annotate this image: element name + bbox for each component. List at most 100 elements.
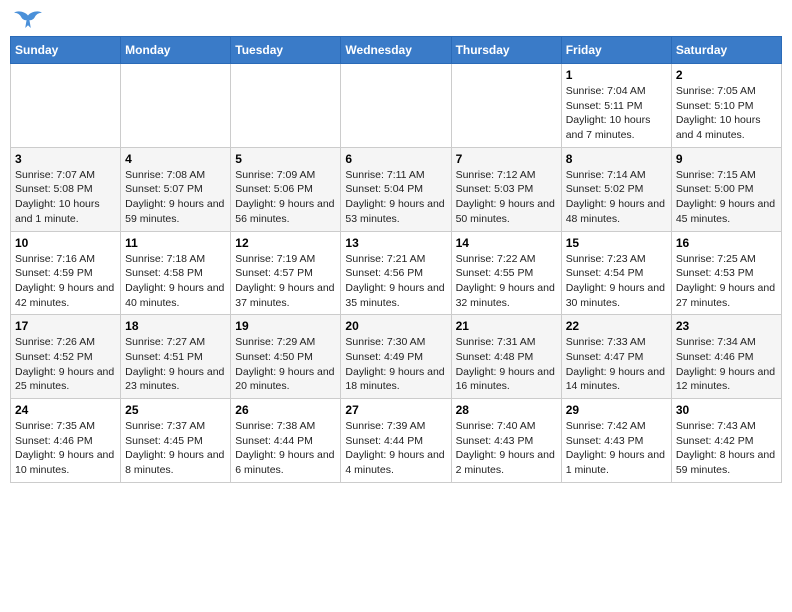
calendar-week-row: 24 Sunrise: 7:35 AM Sunset: 4:46 PM Dayli… xyxy=(11,399,782,483)
calendar-week-row: 10 Sunrise: 7:16 AM Sunset: 4:59 PM Dayli… xyxy=(11,231,782,315)
day-info: Sunrise: 7:16 AM Sunset: 4:59 PM Dayligh… xyxy=(15,252,116,311)
calendar-week-row: 1 Sunrise: 7:04 AM Sunset: 5:11 PM Daylig… xyxy=(11,64,782,148)
day-number: 28 xyxy=(456,403,557,417)
day-number: 19 xyxy=(235,319,336,333)
weekday-header-cell: Tuesday xyxy=(231,37,341,64)
calendar-body: 1 Sunrise: 7:04 AM Sunset: 5:11 PM Daylig… xyxy=(11,64,782,483)
calendar-table: SundayMondayTuesdayWednesdayThursdayFrid… xyxy=(10,36,782,483)
calendar-cell: 2 Sunrise: 7:05 AM Sunset: 5:10 PM Daylig… xyxy=(671,64,781,148)
calendar-cell: 3 Sunrise: 7:07 AM Sunset: 5:08 PM Daylig… xyxy=(11,147,121,231)
calendar-cell: 12 Sunrise: 7:19 AM Sunset: 4:57 PM Dayli… xyxy=(231,231,341,315)
day-number: 3 xyxy=(15,152,116,166)
calendar-cell: 29 Sunrise: 7:42 AM Sunset: 4:43 PM Dayli… xyxy=(561,399,671,483)
day-info: Sunrise: 7:38 AM Sunset: 4:44 PM Dayligh… xyxy=(235,419,336,478)
day-number: 11 xyxy=(125,236,226,250)
day-info: Sunrise: 7:35 AM Sunset: 4:46 PM Dayligh… xyxy=(15,419,116,478)
calendar-cell: 7 Sunrise: 7:12 AM Sunset: 5:03 PM Daylig… xyxy=(451,147,561,231)
page-header xyxy=(10,10,782,28)
day-number: 13 xyxy=(345,236,446,250)
day-info: Sunrise: 7:21 AM Sunset: 4:56 PM Dayligh… xyxy=(345,252,446,311)
day-number: 9 xyxy=(676,152,777,166)
calendar-cell: 16 Sunrise: 7:25 AM Sunset: 4:53 PM Dayli… xyxy=(671,231,781,315)
day-info: Sunrise: 7:37 AM Sunset: 4:45 PM Dayligh… xyxy=(125,419,226,478)
calendar-cell: 28 Sunrise: 7:40 AM Sunset: 4:43 PM Dayli… xyxy=(451,399,561,483)
calendar-cell xyxy=(231,64,341,148)
day-info: Sunrise: 7:22 AM Sunset: 4:55 PM Dayligh… xyxy=(456,252,557,311)
day-number: 15 xyxy=(566,236,667,250)
calendar-cell: 30 Sunrise: 7:43 AM Sunset: 4:42 PM Dayli… xyxy=(671,399,781,483)
day-number: 30 xyxy=(676,403,777,417)
calendar-cell: 9 Sunrise: 7:15 AM Sunset: 5:00 PM Daylig… xyxy=(671,147,781,231)
day-info: Sunrise: 7:31 AM Sunset: 4:48 PM Dayligh… xyxy=(456,335,557,394)
calendar-cell: 4 Sunrise: 7:08 AM Sunset: 5:07 PM Daylig… xyxy=(121,147,231,231)
day-number: 18 xyxy=(125,319,226,333)
day-info: Sunrise: 7:14 AM Sunset: 5:02 PM Dayligh… xyxy=(566,168,667,227)
day-number: 7 xyxy=(456,152,557,166)
calendar-week-row: 17Sunrise: 7:26 AM Sunset: 4:52 PM Dayli… xyxy=(11,315,782,399)
day-number: 12 xyxy=(235,236,336,250)
day-info: Sunrise: 7:33 AM Sunset: 4:47 PM Dayligh… xyxy=(566,335,667,394)
day-info: Sunrise: 7:05 AM Sunset: 5:10 PM Dayligh… xyxy=(676,84,777,143)
day-number: 25 xyxy=(125,403,226,417)
calendar-cell: 20Sunrise: 7:30 AM Sunset: 4:49 PM Dayli… xyxy=(341,315,451,399)
day-number: 14 xyxy=(456,236,557,250)
calendar-week-row: 3 Sunrise: 7:07 AM Sunset: 5:08 PM Daylig… xyxy=(11,147,782,231)
day-info: Sunrise: 7:12 AM Sunset: 5:03 PM Dayligh… xyxy=(456,168,557,227)
day-number: 23 xyxy=(676,319,777,333)
day-info: Sunrise: 7:29 AM Sunset: 4:50 PM Dayligh… xyxy=(235,335,336,394)
logo-icon xyxy=(14,10,42,28)
calendar-cell: 1 Sunrise: 7:04 AM Sunset: 5:11 PM Daylig… xyxy=(561,64,671,148)
day-number: 1 xyxy=(566,68,667,82)
day-number: 6 xyxy=(345,152,446,166)
calendar-cell: 6 Sunrise: 7:11 AM Sunset: 5:04 PM Daylig… xyxy=(341,147,451,231)
calendar-cell: 25 Sunrise: 7:37 AM Sunset: 4:45 PM Dayli… xyxy=(121,399,231,483)
day-number: 22 xyxy=(566,319,667,333)
day-number: 16 xyxy=(676,236,777,250)
day-info: Sunrise: 7:30 AM Sunset: 4:49 PM Dayligh… xyxy=(345,335,446,394)
calendar-cell: 21Sunrise: 7:31 AM Sunset: 4:48 PM Dayli… xyxy=(451,315,561,399)
day-number: 10 xyxy=(15,236,116,250)
logo xyxy=(14,10,46,28)
day-number: 29 xyxy=(566,403,667,417)
day-info: Sunrise: 7:40 AM Sunset: 4:43 PM Dayligh… xyxy=(456,419,557,478)
calendar-cell xyxy=(11,64,121,148)
day-info: Sunrise: 7:11 AM Sunset: 5:04 PM Dayligh… xyxy=(345,168,446,227)
calendar-cell: 11 Sunrise: 7:18 AM Sunset: 4:58 PM Dayli… xyxy=(121,231,231,315)
calendar-cell: 22 Sunrise: 7:33 AM Sunset: 4:47 PM Dayli… xyxy=(561,315,671,399)
day-number: 2 xyxy=(676,68,777,82)
calendar-cell: 14 Sunrise: 7:22 AM Sunset: 4:55 PM Dayli… xyxy=(451,231,561,315)
calendar-cell: 18Sunrise: 7:27 AM Sunset: 4:51 PM Dayli… xyxy=(121,315,231,399)
day-number: 4 xyxy=(125,152,226,166)
day-info: Sunrise: 7:18 AM Sunset: 4:58 PM Dayligh… xyxy=(125,252,226,311)
day-number: 27 xyxy=(345,403,446,417)
day-info: Sunrise: 7:42 AM Sunset: 4:43 PM Dayligh… xyxy=(566,419,667,478)
weekday-header-cell: Friday xyxy=(561,37,671,64)
day-number: 26 xyxy=(235,403,336,417)
day-info: Sunrise: 7:04 AM Sunset: 5:11 PM Dayligh… xyxy=(566,84,667,143)
calendar-cell: 27 Sunrise: 7:39 AM Sunset: 4:44 PM Dayli… xyxy=(341,399,451,483)
calendar-cell xyxy=(341,64,451,148)
day-info: Sunrise: 7:07 AM Sunset: 5:08 PM Dayligh… xyxy=(15,168,116,227)
day-info: Sunrise: 7:23 AM Sunset: 4:54 PM Dayligh… xyxy=(566,252,667,311)
calendar-cell: 26 Sunrise: 7:38 AM Sunset: 4:44 PM Dayli… xyxy=(231,399,341,483)
calendar-cell: 8 Sunrise: 7:14 AM Sunset: 5:02 PM Daylig… xyxy=(561,147,671,231)
day-number: 24 xyxy=(15,403,116,417)
calendar-cell: 19 Sunrise: 7:29 AM Sunset: 4:50 PM Dayli… xyxy=(231,315,341,399)
calendar-cell: 5Sunrise: 7:09 AM Sunset: 5:06 PM Daylig… xyxy=(231,147,341,231)
day-info: Sunrise: 7:26 AM Sunset: 4:52 PM Dayligh… xyxy=(15,335,116,394)
weekday-header-row: SundayMondayTuesdayWednesdayThursdayFrid… xyxy=(11,37,782,64)
calendar-cell: 15 Sunrise: 7:23 AM Sunset: 4:54 PM Dayli… xyxy=(561,231,671,315)
weekday-header-cell: Monday xyxy=(121,37,231,64)
day-info: Sunrise: 7:25 AM Sunset: 4:53 PM Dayligh… xyxy=(676,252,777,311)
day-info: Sunrise: 7:43 AM Sunset: 4:42 PM Dayligh… xyxy=(676,419,777,478)
day-info: Sunrise: 7:19 AM Sunset: 4:57 PM Dayligh… xyxy=(235,252,336,311)
weekday-header-cell: Saturday xyxy=(671,37,781,64)
day-number: 8 xyxy=(566,152,667,166)
day-info: Sunrise: 7:34 AM Sunset: 4:46 PM Dayligh… xyxy=(676,335,777,394)
day-info: Sunrise: 7:09 AM Sunset: 5:06 PM Dayligh… xyxy=(235,168,336,227)
weekday-header-cell: Thursday xyxy=(451,37,561,64)
day-info: Sunrise: 7:15 AM Sunset: 5:00 PM Dayligh… xyxy=(676,168,777,227)
calendar-cell xyxy=(451,64,561,148)
day-info: Sunrise: 7:08 AM Sunset: 5:07 PM Dayligh… xyxy=(125,168,226,227)
day-info: Sunrise: 7:39 AM Sunset: 4:44 PM Dayligh… xyxy=(345,419,446,478)
